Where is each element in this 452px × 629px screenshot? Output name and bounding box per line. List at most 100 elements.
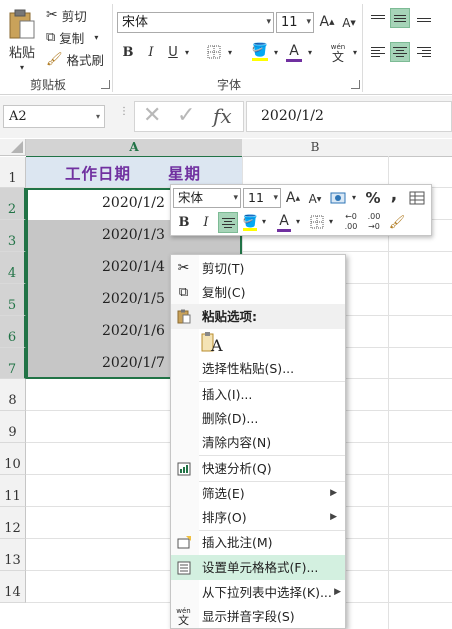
copy-button[interactable]: ⧉ 复制 ▾ xyxy=(46,28,98,46)
font-size-combo[interactable]: 11 ▾ xyxy=(276,12,314,33)
format-table-button[interactable] xyxy=(407,188,427,208)
date-cell[interactable]: 2020/1/4 xyxy=(102,259,165,275)
menu-item-insert[interactable]: 插入(I)... xyxy=(171,382,345,407)
align-middle-button[interactable] xyxy=(390,8,410,28)
fill-color-button[interactable]: 🪣 xyxy=(249,40,271,64)
menu-item-pick-from-list[interactable]: 从下拉列表中选择(K)... ▶ xyxy=(171,580,345,605)
name-box[interactable]: A2 ▾ xyxy=(3,105,105,128)
mini-italic-button[interactable]: I xyxy=(198,212,214,232)
menu-item-format-cells[interactable]: 设置单元格格式(F)... xyxy=(171,555,345,580)
formula-bar-drag-handle[interactable]: ⋮ xyxy=(119,107,129,124)
font-color-button[interactable]: A xyxy=(284,40,304,64)
enter-check-icon[interactable]: ✓ xyxy=(177,103,195,128)
phonetic-dropdown[interactable]: ▾ xyxy=(350,46,360,58)
mini-font-color-dropdown[interactable]: ▾ xyxy=(294,215,302,227)
accounting-format-button[interactable] xyxy=(328,188,350,208)
select-all-corner[interactable] xyxy=(0,139,26,156)
paste-dropdown-arrow[interactable]: ▾ xyxy=(12,62,32,72)
row-header-7[interactable]: 7 xyxy=(0,348,26,379)
date-cell[interactable]: 2020/1/6 xyxy=(102,323,165,339)
menu-item-paste-special[interactable]: 选择性粘贴(S)... xyxy=(171,356,345,381)
borders-dropdown[interactable]: ▾ xyxy=(225,46,235,58)
font-name-combo[interactable]: 宋体 ▾ xyxy=(117,12,274,33)
paste-button[interactable]: 粘贴 xyxy=(2,4,42,64)
accounting-dropdown[interactable]: ▾ xyxy=(350,191,358,203)
menu-item-delete[interactable]: 删除(D)... xyxy=(171,406,345,431)
menu-item-copy[interactable]: ⧉ 复制(C) xyxy=(171,280,345,305)
menu-item-insert-comment[interactable]: 插入批注(M) xyxy=(171,530,345,555)
font-color-dropdown[interactable]: ▾ xyxy=(305,46,315,58)
column-header-c[interactable] xyxy=(388,139,452,157)
borders-button[interactable] xyxy=(205,43,223,61)
cut-button[interactable]: ✂ 剪切 xyxy=(46,6,87,24)
mini-font-size-combo[interactable]: 11 ▾ xyxy=(243,188,281,208)
submenu-arrow-icon: ▶ xyxy=(334,587,341,597)
font-launcher-icon[interactable] xyxy=(351,80,360,89)
date-cell[interactable]: 2020/1/2 xyxy=(102,195,165,211)
menu-item-sort[interactable]: 排序(O) ▶ xyxy=(171,505,345,530)
insert-function-icon[interactable]: fx xyxy=(213,104,232,128)
date-cell[interactable]: 2020/1/5 xyxy=(102,291,165,307)
mini-format-painter-button[interactable]: 🖌 xyxy=(387,212,407,232)
align-bottom-button[interactable] xyxy=(414,8,434,28)
increase-decimal-button[interactable]: ←0 .00 xyxy=(341,211,361,233)
mini-center-button[interactable] xyxy=(218,212,238,233)
fill-color-dropdown[interactable]: ▾ xyxy=(271,46,281,58)
underline-dropdown[interactable]: ▾ xyxy=(182,46,192,58)
row-header-8[interactable]: 8 xyxy=(0,379,26,411)
paintbrush-icon: 🖌 xyxy=(388,214,406,230)
row-header-9[interactable]: 9 xyxy=(0,411,26,443)
row-header-11[interactable]: 11 xyxy=(0,475,26,507)
row-header-12[interactable]: 12 xyxy=(0,507,26,539)
shrink-font-button[interactable]: A ▼ xyxy=(341,14,357,32)
mini-font-color-glyph: A xyxy=(279,212,289,229)
mini-font-name-combo[interactable]: 宋体 ▾ xyxy=(173,188,241,208)
mini-borders-button[interactable] xyxy=(308,213,326,231)
bold-button[interactable]: B xyxy=(120,42,136,62)
decrease-decimal-button[interactable]: .00 →0 xyxy=(364,211,384,233)
comma-style-button[interactable]: , xyxy=(387,185,401,205)
grow-font-button[interactable]: A ▲ xyxy=(319,12,335,32)
date-cell[interactable]: 2020/1/3 xyxy=(102,227,165,243)
percent-style-button[interactable]: % xyxy=(364,188,382,208)
mini-fill-color-button[interactable]: 🪣 xyxy=(241,211,259,233)
align-top-button[interactable] xyxy=(368,8,388,28)
mini-grow-font-button[interactable]: A ▲ xyxy=(285,188,301,208)
row-header-14[interactable]: 14 xyxy=(0,571,26,603)
row-header-4[interactable]: 4 xyxy=(0,252,26,284)
menu-item-quick-analysis[interactable]: 快速分析(Q) xyxy=(171,456,345,481)
row-header-3[interactable]: 3 xyxy=(0,220,26,252)
menu-item-show-phonetic[interactable]: wén 文 显示拼音字段(S) xyxy=(171,604,345,629)
row-header-5[interactable]: 5 xyxy=(0,284,26,316)
align-left-button[interactable] xyxy=(368,42,388,62)
menu-item-clear-contents[interactable]: 清除内容(N) xyxy=(171,430,345,455)
align-center-button[interactable] xyxy=(390,42,410,62)
row-header-6[interactable]: 6 xyxy=(0,316,26,348)
cancel-icon[interactable]: ✕ xyxy=(143,103,161,128)
menu-item-cut[interactable]: ✂ 剪切(T) xyxy=(171,256,345,281)
mini-fill-color-dropdown[interactable]: ▾ xyxy=(260,215,268,227)
paste-option-keep-text[interactable]: A xyxy=(201,331,225,355)
mini-borders-dropdown[interactable]: ▾ xyxy=(327,215,335,227)
mini-font-color-button[interactable]: A xyxy=(275,211,293,233)
phonetic-guide-button[interactable]: wén 文 xyxy=(326,40,350,64)
mini-bold-button[interactable]: B xyxy=(176,212,192,232)
row-header-2[interactable]: 2 xyxy=(0,188,26,220)
date-cell[interactable]: 2020/1/7 xyxy=(102,355,165,371)
underline-button[interactable]: U xyxy=(165,42,181,62)
align-right-button[interactable] xyxy=(414,42,434,62)
row-header-1[interactable]: 1 xyxy=(0,157,26,188)
menu-item-filter[interactable]: 筛选(E) ▶ xyxy=(171,481,345,506)
row-header-10[interactable]: 10 xyxy=(0,443,26,475)
clipboard-launcher-icon[interactable] xyxy=(101,80,110,89)
header-cell-a1[interactable] xyxy=(26,157,242,187)
shrink-font-glyph: A xyxy=(342,16,351,30)
mini-shrink-font-button[interactable]: A ▼ xyxy=(307,190,323,208)
italic-button[interactable]: I xyxy=(143,42,159,62)
column-header-b[interactable]: B xyxy=(242,139,389,157)
chevron-down-icon: ▾ xyxy=(95,112,100,121)
column-header-a[interactable]: A xyxy=(26,139,243,158)
formula-input[interactable]: 2020/1/2 xyxy=(246,101,452,132)
row-header-13[interactable]: 13 xyxy=(0,539,26,571)
format-painter-button[interactable]: 🖌 格式刷 xyxy=(46,50,104,68)
